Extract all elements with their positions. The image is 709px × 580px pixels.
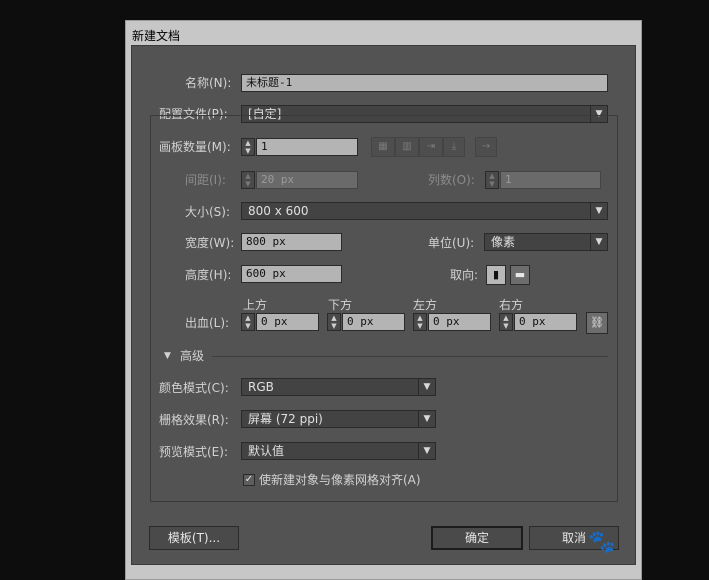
raster-effects-select-value: 屏幕 (72 ppi) [248, 412, 323, 426]
color-mode-select[interactable]: RGB ▼ [241, 378, 436, 396]
size-label: 大小(S): [185, 205, 231, 219]
chevron-down-icon: ▼ [418, 379, 435, 395]
width-input[interactable]: 800 px [241, 233, 342, 251]
raster-effects-select[interactable]: 屏幕 (72 ppi) ▼ [241, 410, 436, 428]
chevron-down-icon: ▼ [418, 411, 435, 427]
align-pixel-grid-label[interactable]: 使新建对象与像素网格对齐(A) [259, 473, 421, 487]
portrait-icon[interactable]: ▮ [486, 265, 506, 285]
chevron-down-icon: ▼ [418, 443, 435, 459]
arrange-by-row-icon[interactable]: ⇥ [419, 137, 443, 157]
grid-by-row-icon[interactable]: ▦ [371, 137, 395, 157]
chevron-down-icon: ▼ [590, 203, 607, 219]
chevron-down-icon: ▼ [590, 234, 607, 250]
units-select[interactable]: 像素 ▼ [484, 233, 608, 251]
columns-stepper[interactable]: ▲ ▼ [485, 171, 499, 189]
preview-mode-select[interactable]: 默认值 ▼ [241, 442, 436, 460]
height-label: 高度(H): [185, 268, 232, 282]
ok-button[interactable]: 确定 [431, 526, 523, 550]
units-label: 单位(U): [428, 236, 475, 250]
align-pixel-grid-checkbox[interactable]: ✓ [243, 474, 255, 486]
templates-button[interactable]: 模板(T)... [149, 526, 239, 550]
landscape-icon[interactable]: ▬ [510, 265, 530, 285]
preview-mode-select-value: 默认值 [248, 444, 285, 458]
spacing-label: 间距(I): [185, 173, 226, 187]
bleed-top-label: 上方 [243, 298, 268, 312]
bleed-top-stepper[interactable]: ▲ ▼ [241, 313, 255, 331]
bleed-right-label: 右方 [499, 298, 524, 312]
bleed-bottom-stepper[interactable]: ▲ ▼ [327, 313, 341, 331]
grid-by-column-icon[interactable]: ▥ [395, 137, 419, 157]
arrange-by-column-icon[interactable]: ⤓ [443, 137, 465, 157]
bleed-left-label: 左方 [413, 298, 438, 312]
link-icon[interactable]: ⛓ [586, 312, 608, 334]
triangle-down-icon[interactable]: ▼ [164, 349, 171, 363]
color-mode-select-value: RGB [248, 380, 274, 394]
spacing-stepper[interactable]: ▲ ▼ [241, 171, 255, 189]
advanced-toggle[interactable]: 高级 [180, 349, 204, 363]
bleed-left-input[interactable]: 0 px [428, 313, 491, 331]
window-title: 新建文档 [132, 29, 181, 43]
color-mode-label: 颜色模式(C): [159, 381, 229, 395]
name-label: 名称(N): [185, 76, 232, 90]
spacing-input[interactable]: 20 px [256, 171, 358, 189]
bleed-right-stepper[interactable]: ▲ ▼ [499, 313, 513, 331]
right-to-left-icon[interactable]: → [475, 137, 497, 157]
size-select-value: 800 x 600 [248, 204, 309, 218]
bleed-left-stepper[interactable]: ▲ ▼ [413, 313, 427, 331]
bleed-top-input[interactable]: 0 px [256, 313, 319, 331]
bleed-bottom-input[interactable]: 0 px [342, 313, 405, 331]
height-input[interactable]: 600 px [241, 265, 342, 283]
columns-input[interactable]: 1 [500, 171, 601, 189]
bleed-label: 出血(L): [185, 316, 230, 330]
advanced-divider [212, 356, 608, 357]
units-select-value: 像素 [491, 235, 516, 249]
bleed-bottom-label: 下方 [328, 298, 353, 312]
preview-mode-label: 预览模式(E): [159, 445, 228, 459]
name-input[interactable]: 未标题-1 [241, 74, 608, 92]
bleed-right-input[interactable]: 0 px [514, 313, 577, 331]
artboard-count-label: 画板数量(M): [159, 140, 231, 154]
size-select[interactable]: 800 x 600 ▼ [241, 202, 608, 220]
artboard-count-input[interactable]: 1 [256, 138, 358, 156]
raster-effects-label: 栅格效果(R): [159, 413, 229, 427]
artboard-count-stepper[interactable]: ▲ ▼ [241, 138, 255, 156]
paw-watermark-icon: 🐾 [588, 530, 616, 555]
columns-label: 列数(O): [428, 173, 475, 187]
orientation-label: 取向: [450, 268, 479, 282]
width-label: 宽度(W): [185, 236, 235, 250]
